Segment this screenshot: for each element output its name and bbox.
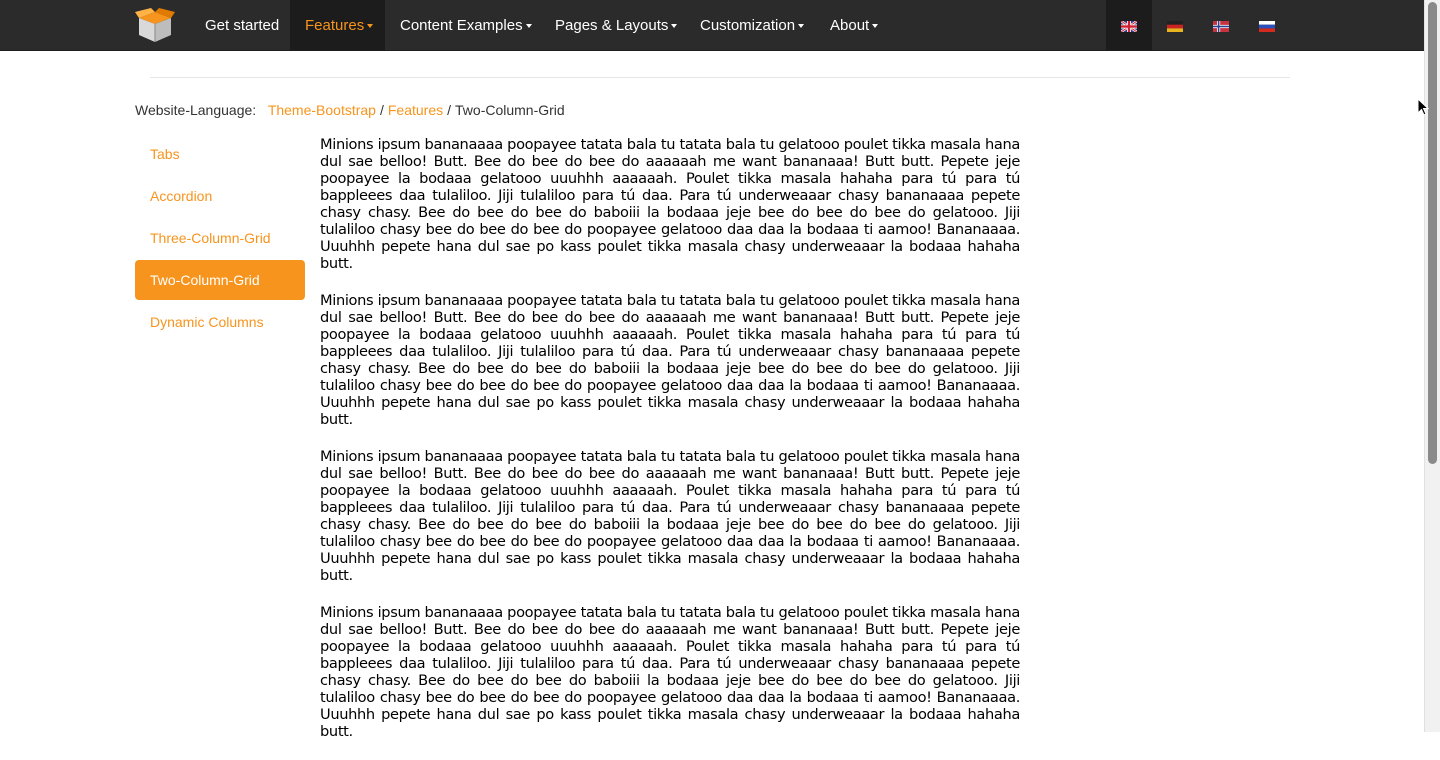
russia-flag-icon[interactable] <box>1259 21 1275 32</box>
sidebar-item-dynamic-columns[interactable]: Dynamic Columns <box>135 302 305 342</box>
content-paragraph: Minions ipsum bananaaaa poopayee tatata … <box>320 604 1020 740</box>
breadcrumb: Website-Language: Theme-Bootstrap / Featur… <box>135 101 565 119</box>
nav-features[interactable]: Features <box>290 0 385 51</box>
main-content: Minions ipsum bananaaaa poopayee tatata … <box>320 136 1020 760</box>
header-divider <box>150 77 1290 78</box>
sidebar-item-accordion[interactable]: Accordion <box>135 176 305 216</box>
norway-flag-icon[interactable] <box>1213 21 1229 32</box>
website-language-label: Website-Language: <box>135 102 257 118</box>
content-paragraph: Minions ipsum bananaaaa poopayee tatata … <box>320 292 1020 428</box>
nav-customization[interactable]: Customization <box>685 0 819 51</box>
sidebar-item-two-column-grid[interactable]: Two-Column-Grid <box>135 260 305 300</box>
germany-flag-icon[interactable] <box>1167 21 1183 32</box>
caret-down-icon <box>367 24 374 29</box>
mouse-cursor-icon <box>1417 98 1429 116</box>
scrollbar-thumb[interactable] <box>1428 2 1437 464</box>
caret-down-icon <box>525 24 532 29</box>
caret-down-icon <box>798 24 805 29</box>
top-navbar: Get started Features Content Examples Pa… <box>0 0 1424 51</box>
nav-get-started[interactable]: Get started <box>190 0 294 51</box>
sidebar-item-tabs[interactable]: Tabs <box>135 134 305 174</box>
nav-about[interactable]: About <box>815 0 893 51</box>
uk-flag-icon[interactable] <box>1121 21 1137 32</box>
content-paragraph: Minions ipsum bananaaaa poopayee tatata … <box>320 448 1020 584</box>
content-paragraph: Minions ipsum bananaaaa poopayee tatata … <box>320 136 1020 272</box>
caret-down-icon <box>671 24 678 29</box>
breadcrumb-separator: / <box>447 102 452 118</box>
breadcrumb-link-features[interactable]: Features <box>388 102 443 118</box>
caret-down-icon <box>872 24 879 29</box>
nav-pages-layouts[interactable]: Pages & Layouts <box>540 0 692 51</box>
breadcrumb-link-theme-bootstrap[interactable]: Theme-Bootstrap <box>268 102 376 118</box>
nav-content-examples[interactable]: Content Examples <box>385 0 547 51</box>
breadcrumb-separator: / <box>379 102 384 118</box>
sidebar-item-three-column-grid[interactable]: Three-Column-Grid <box>135 218 305 258</box>
breadcrumb-current: Two-Column-Grid <box>455 102 565 118</box>
logo-box-icon[interactable] <box>135 8 175 44</box>
